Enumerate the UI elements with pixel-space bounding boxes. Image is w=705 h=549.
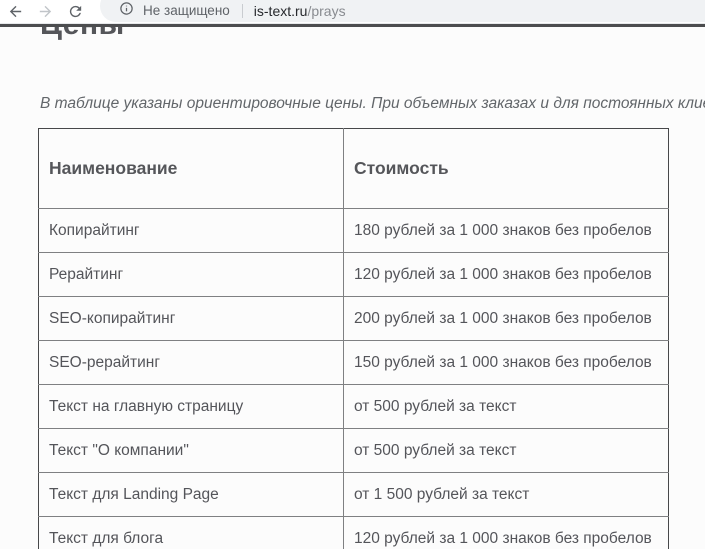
service-name-cell: Текст для блога xyxy=(39,517,344,549)
site-info-icon[interactable] xyxy=(119,1,134,21)
page-content: Цены В таблице указаны ориентировочные ц… xyxy=(0,24,705,549)
url-host: is-text.ru xyxy=(254,3,308,19)
forward-icon xyxy=(37,3,54,20)
table-row: Текст "О компании"от 500 рублей за текст xyxy=(39,429,669,473)
table-row: Текст для Landing Pageот 1 500 рублей за… xyxy=(39,473,669,517)
service-name-cell: Текст для Landing Page xyxy=(39,473,344,517)
price-cell: от 1 500 рублей за текст xyxy=(344,473,669,517)
security-status-label: Не защищено xyxy=(143,3,230,18)
service-name-cell: Рерайтинг xyxy=(39,253,344,297)
service-name-cell: Текст "О компании" xyxy=(39,429,344,473)
table-row: SEO-копирайтинг200 рублей за 1 000 знако… xyxy=(39,297,669,341)
table-row: Копирайтинг180 рублей за 1 000 знаков бе… xyxy=(39,209,669,253)
price-cell: 120 рублей за 1 000 знаков без пробелов xyxy=(344,253,669,297)
back-button[interactable] xyxy=(0,0,30,24)
table-body: Копирайтинг180 рублей за 1 000 знаков бе… xyxy=(39,209,669,549)
url-path: /prays xyxy=(307,3,345,19)
table-header-row: Наименование Стоимость xyxy=(39,129,669,209)
table-row: Текст для блога120 рублей за 1 000 знако… xyxy=(39,517,669,549)
service-name-cell: Текст на главную страницу xyxy=(39,385,344,429)
column-header-price: Стоимость xyxy=(344,129,669,209)
refresh-button[interactable] xyxy=(60,0,90,24)
page-title: Цены xyxy=(40,27,240,40)
forward-button[interactable] xyxy=(30,0,60,24)
price-cell: от 500 рублей за текст xyxy=(344,429,669,473)
table-row: Рерайтинг120 рублей за 1 000 знаков без … xyxy=(39,253,669,297)
omnibox-separator xyxy=(242,4,243,18)
service-name-cell: SEO-копирайтинг xyxy=(39,297,344,341)
service-name-cell: Копирайтинг xyxy=(39,209,344,253)
price-cell: 150 рублей за 1 000 знаков без пробелов xyxy=(344,341,669,385)
table-row: SEO-рерайтинг150 рублей за 1 000 знаков … xyxy=(39,341,669,385)
heading-clip: Цены xyxy=(40,27,240,40)
browser-toolbar: Не защищено is-text.ru/prays xyxy=(0,0,705,24)
price-cell: от 500 рублей за текст xyxy=(344,385,669,429)
price-cell: 120 рублей за 1 000 знаков без пробелов xyxy=(344,517,669,549)
column-header-name: Наименование xyxy=(39,129,344,209)
price-table: Наименование Стоимость Копирайтинг180 ру… xyxy=(38,128,669,549)
intro-text: В таблице указаны ориентировочные цены. … xyxy=(40,95,705,113)
address-bar[interactable]: Не защищено is-text.ru/prays xyxy=(100,0,705,22)
service-name-cell: SEO-рерайтинг xyxy=(39,341,344,385)
price-cell: 200 рублей за 1 000 знаков без пробелов xyxy=(344,297,669,341)
back-icon xyxy=(7,3,24,20)
table-row: Текст на главную страницуот 500 рублей з… xyxy=(39,385,669,429)
refresh-icon xyxy=(67,3,84,20)
price-cell: 180 рублей за 1 000 знаков без пробелов xyxy=(344,209,669,253)
